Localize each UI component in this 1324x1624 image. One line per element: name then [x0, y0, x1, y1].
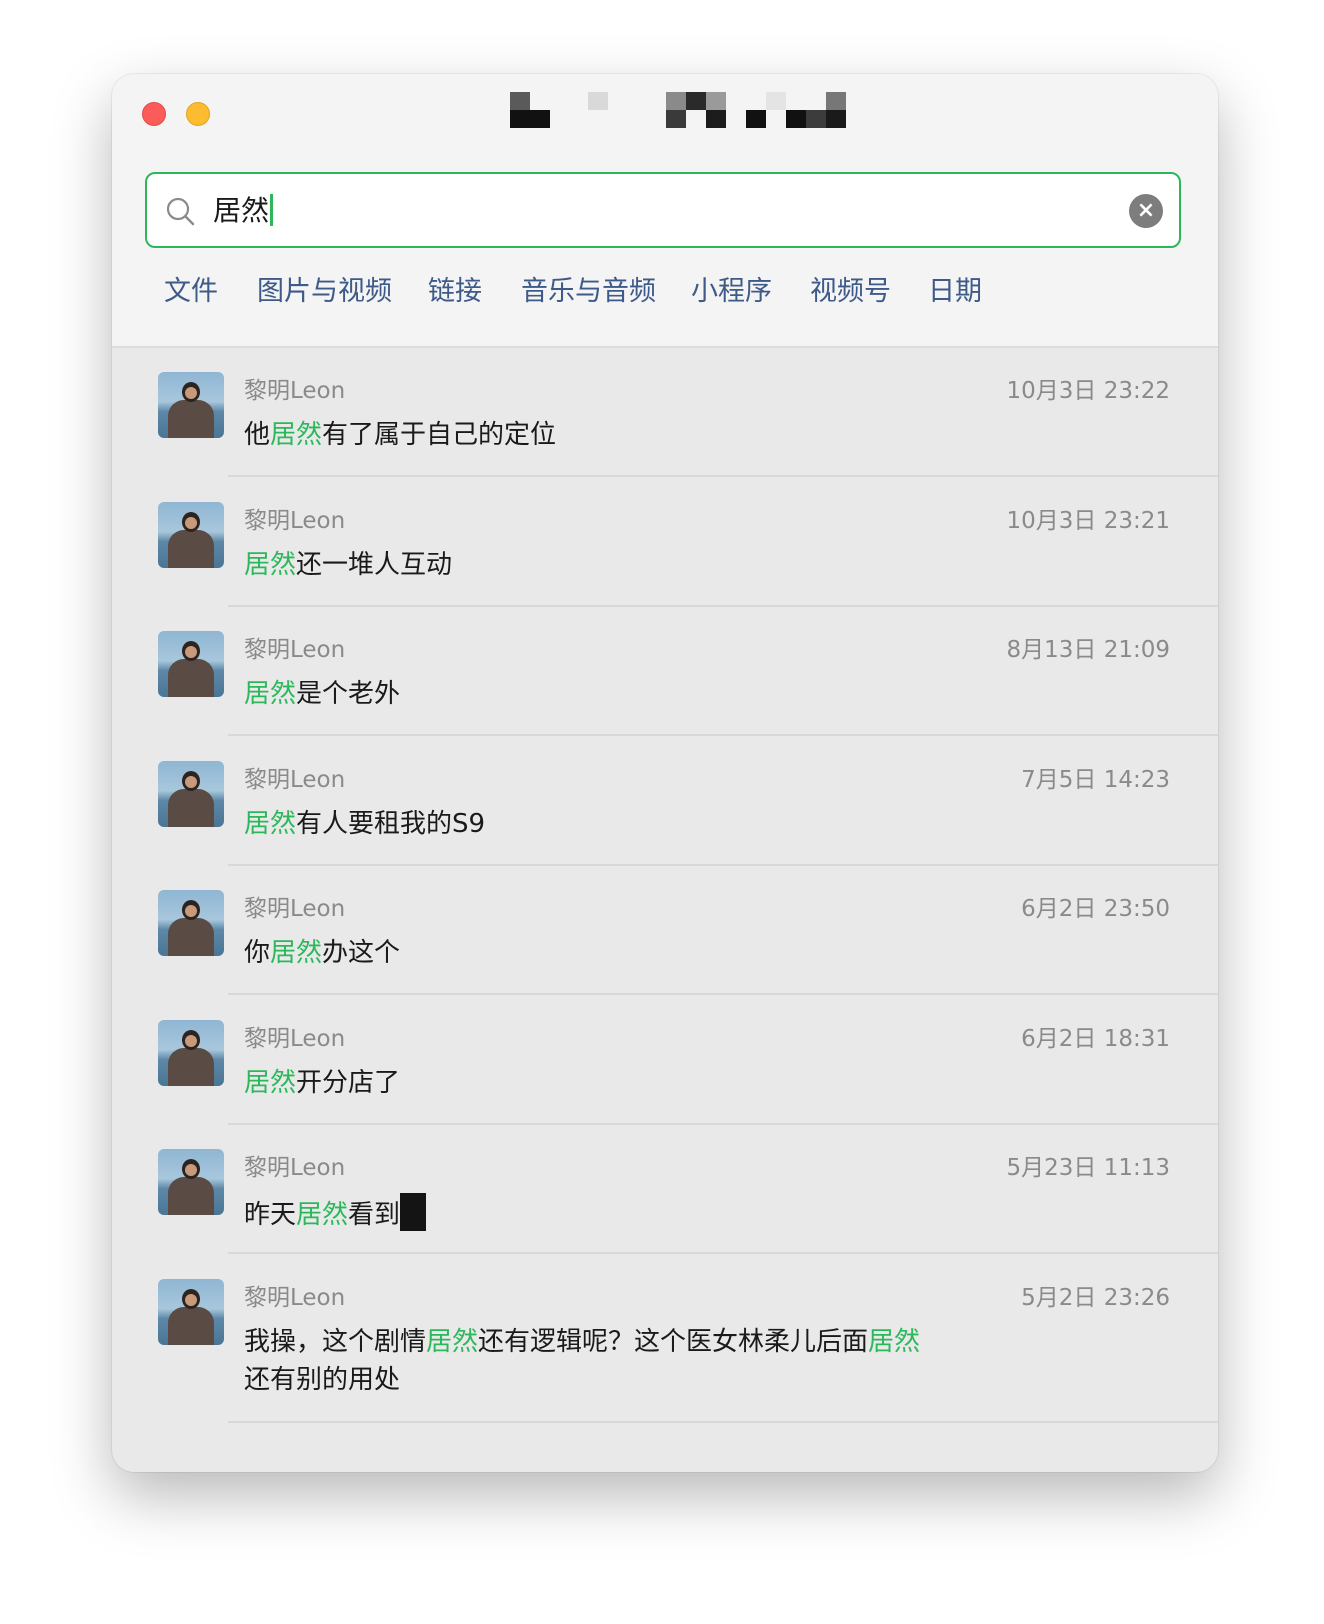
message-segment: 他	[244, 420, 271, 450]
message-text: 昨天居然看到	[244, 1193, 944, 1234]
search-result-item[interactable]: 黎明Leon 7月5日 14:23 居然有人要租我的S9	[112, 737, 1218, 867]
avatar[interactable]	[158, 631, 224, 697]
sender-name: 黎明Leon	[244, 1285, 346, 1311]
search-result-item[interactable]: 黎明Leon 10月3日 23:21 居然还一堆人互动	[112, 478, 1218, 608]
highlighted-keyword: 居然	[270, 420, 323, 450]
message-text: 居然有人要租我的S9	[244, 805, 944, 843]
avatar[interactable]	[158, 1020, 224, 1086]
message-segment: 还有逻辑呢？这个医女林柔儿后面	[478, 1327, 869, 1357]
highlighted-keyword: 居然	[296, 1200, 349, 1230]
message-segment: 还有别的用处	[244, 1365, 401, 1395]
redacted-block	[400, 1193, 427, 1231]
row-divider	[228, 1421, 1218, 1423]
search-result-item[interactable]: 黎明Leon 6月2日 23:50 你居然办这个	[112, 866, 1218, 996]
message-text: 居然是个老外	[244, 675, 944, 713]
message-segment: 我操，这个剧情	[244, 1327, 427, 1357]
highlighted-keyword: 居然	[868, 1327, 921, 1357]
message-segment: 昨天	[244, 1200, 297, 1230]
message-text: 你居然办这个	[244, 934, 944, 972]
filter-mini-programs[interactable]: 小程序	[691, 272, 772, 312]
message-text: 我操，这个剧情居然还有逻辑呢？这个医女林柔儿后面居然还有别的用处	[244, 1323, 944, 1399]
search-query-text[interactable]: 居然	[213, 192, 274, 230]
message-segment: 是个老外	[296, 679, 401, 709]
message-timestamp: 10月3日 23:22	[1006, 378, 1171, 404]
message-segment: 有人要租我的S9	[296, 809, 486, 839]
close-window-button[interactable]	[142, 102, 166, 126]
minimize-window-button[interactable]	[186, 102, 210, 126]
sender-name: 黎明Leon	[244, 1026, 346, 1052]
highlighted-keyword: 居然	[244, 809, 297, 839]
search-input[interactable]: 居然 ×	[145, 172, 1181, 248]
message-timestamp: 6月2日 23:50	[1021, 896, 1170, 922]
message-timestamp: 8月13日 21:09	[1006, 637, 1171, 663]
filter-images-videos[interactable]: 图片与视频	[257, 272, 392, 312]
sender-name: 黎明Leon	[244, 896, 346, 922]
message-text: 居然开分店了	[244, 1064, 944, 1102]
sender-name: 黎明Leon	[244, 637, 346, 663]
message-timestamp: 10月3日 23:21	[1006, 508, 1171, 534]
sender-name: 黎明Leon	[244, 378, 346, 404]
highlighted-keyword: 居然	[244, 1068, 297, 1098]
search-header: 居然 × 文件 图片与视频 链接 音乐与音频 小程序 视频号 日期	[112, 74, 1218, 348]
clear-icon[interactable]: ×	[1129, 194, 1163, 228]
row-divider	[228, 734, 1218, 736]
sender-name: 黎明Leon	[244, 767, 346, 793]
avatar[interactable]	[158, 1279, 224, 1345]
filter-date[interactable]: 日期	[928, 272, 982, 312]
filter-links[interactable]: 链接	[428, 272, 482, 312]
sender-name: 黎明Leon	[244, 508, 346, 534]
message-text: 他居然有了属于自己的定位	[244, 416, 944, 454]
avatar[interactable]	[158, 890, 224, 956]
avatar[interactable]	[158, 372, 224, 438]
avatar[interactable]	[158, 502, 224, 568]
search-result-item[interactable]: 黎明Leon 10月3日 23:22 他居然有了属于自己的定位	[112, 348, 1218, 478]
filter-music-audio[interactable]: 音乐与音频	[521, 272, 656, 312]
avatar[interactable]	[158, 1149, 224, 1215]
search-result-item[interactable]: 黎明Leon 6月2日 18:31 居然开分店了	[112, 996, 1218, 1126]
message-segment: 看到	[348, 1200, 401, 1230]
message-segment: 你	[244, 938, 271, 968]
filter-channels[interactable]: 视频号	[810, 272, 891, 312]
message-segment: 开分店了	[296, 1068, 401, 1098]
message-timestamp: 5月23日 11:13	[1006, 1155, 1171, 1181]
message-segment: 办这个	[322, 938, 401, 968]
text-caret	[270, 194, 274, 226]
message-segment: 还一堆人互动	[296, 550, 453, 580]
message-timestamp: 5月2日 23:26	[1021, 1285, 1170, 1311]
search-window: 居然 × 文件 图片与视频 链接 音乐与音频 小程序 视频号 日期 黎明Leon…	[112, 74, 1218, 1472]
highlighted-keyword: 居然	[426, 1327, 479, 1357]
search-icon	[166, 197, 195, 226]
message-segment: 有了属于自己的定位	[322, 420, 557, 450]
avatar[interactable]	[158, 761, 224, 827]
search-result-item[interactable]: 黎明Leon 5月23日 11:13 昨天居然看到	[112, 1125, 1218, 1255]
row-divider	[228, 1252, 1218, 1254]
message-text: 居然还一堆人互动	[244, 546, 944, 584]
filter-files[interactable]: 文件	[164, 272, 218, 312]
search-result-item[interactable]: 黎明Leon 8月13日 21:09 居然是个老外	[112, 607, 1218, 737]
row-divider	[228, 993, 1218, 995]
message-timestamp: 7月5日 14:23	[1021, 767, 1170, 793]
highlighted-keyword: 居然	[244, 550, 297, 580]
message-timestamp: 6月2日 18:31	[1021, 1026, 1170, 1052]
sender-name: 黎明Leon	[244, 1155, 346, 1181]
pixelated-chat-title	[510, 92, 860, 134]
search-result-item[interactable]: 黎明Leon 5月2日 23:26 我操，这个剧情居然还有逻辑呢？这个医女林柔儿后面…	[112, 1255, 1218, 1425]
row-divider	[228, 475, 1218, 477]
highlighted-keyword: 居然	[270, 938, 323, 968]
highlighted-keyword: 居然	[244, 679, 297, 709]
